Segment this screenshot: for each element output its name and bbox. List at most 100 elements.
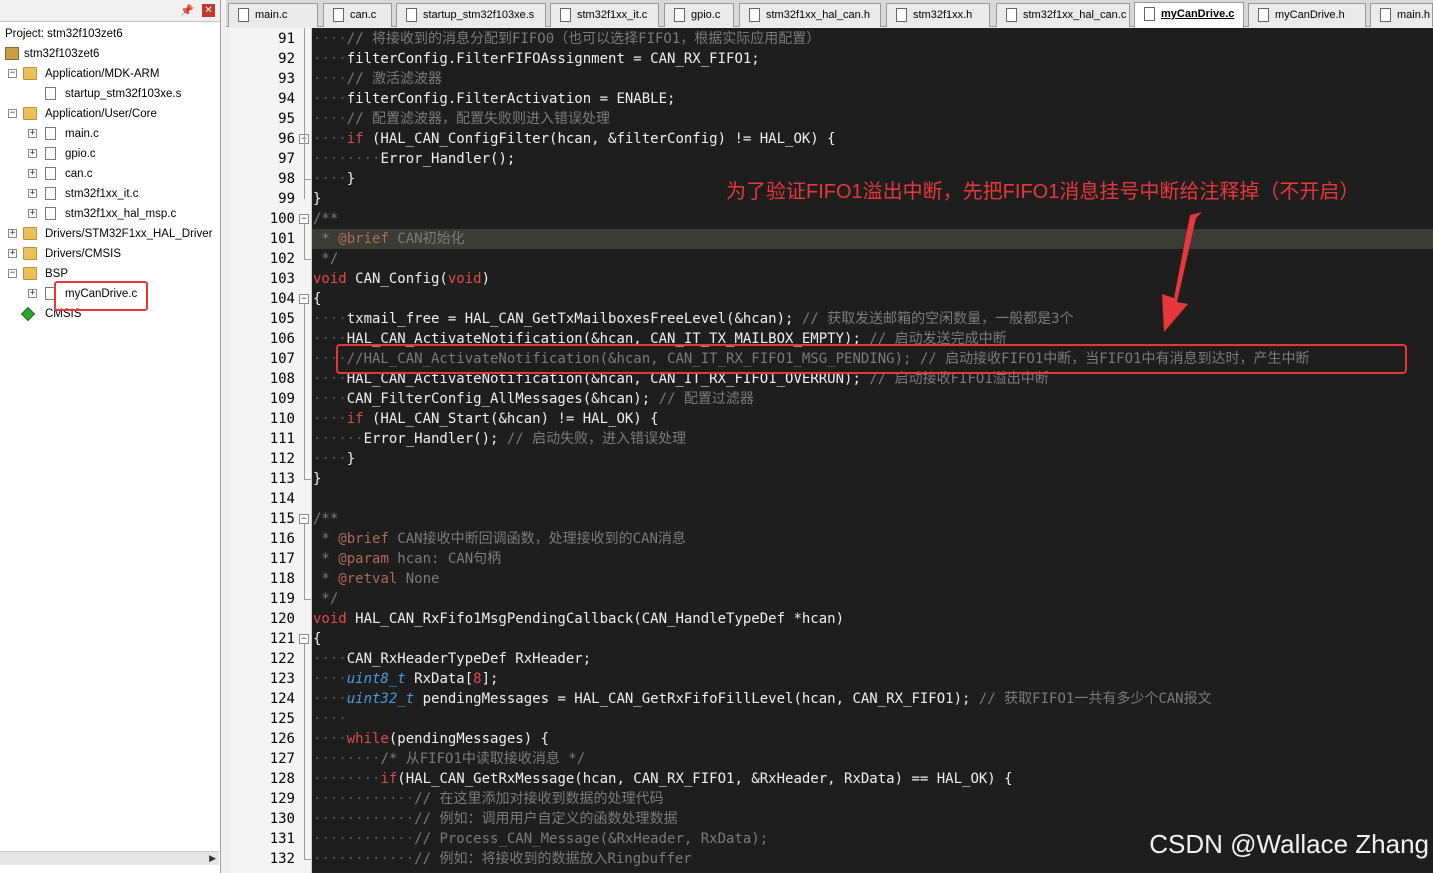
indent-guide: ········	[313, 771, 381, 787]
line-number: 128	[269, 771, 295, 787]
tree-node[interactable]: stm32f103zet6	[0, 44, 220, 64]
code-line[interactable]: ············// 例如：调用用户自定义的函数处理数据	[312, 809, 1433, 829]
tab-can-c[interactable]: can.c	[323, 3, 392, 27]
tab-main-h[interactable]: main.h	[1370, 3, 1433, 27]
tree-node[interactable]: + Drivers/CMSIS	[0, 244, 220, 264]
code-line[interactable]: ········if(HAL_CAN_GetRxMessage(hcan, CA…	[312, 769, 1433, 789]
code-line[interactable]: ········Error_Handler();	[312, 149, 1433, 169]
tree-node[interactable]: startup_stm32f103xe.s	[0, 84, 220, 104]
code-line[interactable]: ····while(pendingMessages) {	[312, 729, 1433, 749]
code-line[interactable]: ····uint32_t pendingMessages = HAL_CAN_G…	[312, 689, 1433, 709]
expand-icon[interactable]: +	[28, 149, 37, 158]
line-number: 111	[269, 431, 295, 447]
collapse-icon[interactable]: −	[8, 269, 17, 278]
code-line[interactable]: ····uint8_t RxData[8];	[312, 669, 1433, 689]
code-line[interactable]: */	[312, 249, 1433, 269]
code-line[interactable]: ····CAN_FilterConfig_AllMessages(&hcan);…	[312, 389, 1433, 409]
tree-node[interactable]: − Application/MDK-ARM	[0, 64, 220, 84]
tree-node[interactable]: + Drivers/STM32F1xx_HAL_Driver	[0, 224, 220, 244]
code-line[interactable]: * @brief CAN初始化	[312, 229, 1433, 249]
indent-guide: ············	[313, 811, 415, 827]
close-icon[interactable]: ✕	[202, 4, 215, 17]
indent-guide: ····	[313, 131, 347, 147]
code-line[interactable]: }	[312, 469, 1433, 489]
indent-guide: ····	[313, 311, 347, 327]
expand-icon[interactable]: +	[8, 229, 17, 238]
code-line[interactable]: void CAN_Config(void)	[312, 269, 1433, 289]
code-line[interactable]: ····	[312, 709, 1433, 729]
tab-main-c[interactable]: main.c	[228, 3, 318, 27]
code-line[interactable]: {	[312, 629, 1433, 649]
code-line[interactable]: ····if (HAL_CAN_ConfigFilter(hcan, &filt…	[312, 129, 1433, 149]
horizontal-scrollbar[interactable]: ▶	[0, 851, 219, 865]
tab-stm32f1xx-hal-can-h[interactable]: stm32f1xx_hal_can.h	[739, 3, 881, 27]
tab-startup-stm32f103xe-s[interactable]: startup_stm32f103xe.s	[396, 3, 546, 27]
tree-node[interactable]: + main.c	[0, 124, 220, 144]
code-token: // 获取发送邮箱的空闲数量，一般都是3个	[801, 311, 1074, 327]
scroll-right-icon[interactable]: ▶	[209, 853, 216, 864]
fold-icon[interactable]: −	[299, 214, 309, 224]
tab-stm32f1xx-h[interactable]: stm32f1xx.h	[886, 3, 990, 27]
collapse-icon[interactable]: −	[8, 109, 17, 118]
line-number: 105	[269, 311, 295, 327]
tree-node[interactable]: − Application/User/Core	[0, 104, 220, 124]
code-line[interactable]: ····// 配置滤波器，配置失败则进入错误处理	[312, 109, 1433, 129]
code-token: // 启动失败，进入错误处理	[506, 431, 687, 447]
code-line[interactable]: ····CAN_RxHeaderTypeDef RxHeader;	[312, 649, 1433, 669]
code-line[interactable]: ······Error_Handler(); // 启动失败，进入错误处理	[312, 429, 1433, 449]
tab-gpio-c[interactable]: gpio.c	[664, 3, 734, 27]
line-number: 132	[269, 851, 295, 867]
expand-icon[interactable]: +	[28, 189, 37, 198]
expand-icon[interactable]: +	[28, 209, 37, 218]
code-line[interactable]: * @param hcan: CAN句柄	[312, 549, 1433, 569]
code-area[interactable]: ····// 将接收到的消息分配到FIFO0（也可以选择FIFO1，根据实际应用…	[312, 28, 1433, 873]
tree-node[interactable]: + gpio.c	[0, 144, 220, 164]
code-line[interactable]: void HAL_CAN_RxFifo1MsgPendingCallback(C…	[312, 609, 1433, 629]
code-line[interactable]: ····if (HAL_CAN_Start(&hcan) != HAL_OK) …	[312, 409, 1433, 429]
fold-icon[interactable]: −	[299, 634, 309, 644]
code-line[interactable]	[312, 489, 1433, 509]
code-line[interactable]: ········/* 从FIFO1中读取接收消息 */	[312, 749, 1433, 769]
expand-icon[interactable]: +	[28, 289, 37, 298]
pin-icon[interactable]: 📌	[180, 4, 194, 17]
tree-node-label: main.c	[65, 128, 99, 140]
tree-node[interactable]: + stm32f1xx_hal_msp.c	[0, 204, 220, 224]
collapse-icon[interactable]: −	[8, 69, 17, 78]
code-token: uint8_t	[346, 671, 406, 687]
line-number: 118	[269, 571, 295, 587]
indent-guide: ············	[313, 831, 415, 847]
expand-icon[interactable]: +	[28, 129, 37, 138]
tab-stm32f1xx-it-c[interactable]: stm32f1xx_it.c	[550, 3, 659, 27]
code-line[interactable]: ············// 在这里添加对接收到数据的处理代码	[312, 789, 1433, 809]
code-line[interactable]: ····// 激活滤波器	[312, 69, 1433, 89]
code-editor[interactable]: 91 92 93 94 95 96 97 98 99 100 101 102 103 104 105 106 1…	[230, 28, 1433, 873]
tree-node[interactable]: + stm32f1xx_it.c	[0, 184, 220, 204]
tab-mycandrive-c[interactable]: myCanDrive.c	[1134, 2, 1244, 28]
indent-guide: ····	[313, 411, 347, 427]
code-line[interactable]: ····txmail_free = HAL_CAN_GetTxMailboxes…	[312, 309, 1433, 329]
code-line[interactable]: /**	[312, 209, 1433, 229]
code-token: *	[313, 531, 339, 547]
code-line[interactable]: {	[312, 289, 1433, 309]
code-line[interactable]: ····filterConfig.FilterActivation = ENAB…	[312, 89, 1433, 109]
expand-icon[interactable]: +	[28, 169, 37, 178]
code-line[interactable]: * @retval None	[312, 569, 1433, 589]
fold-end	[304, 599, 311, 600]
code-line[interactable]: ····// 将接收到的消息分配到FIFO0（也可以选择FIFO1，根据实际应用…	[312, 29, 1433, 49]
tab-mycandrive-h[interactable]: myCanDrive.h	[1248, 3, 1366, 27]
line-number: 110	[269, 411, 295, 427]
fold-icon[interactable]: −	[299, 514, 309, 524]
code-line[interactable]: ····filterConfig.FilterFIFOAssignment = …	[312, 49, 1433, 69]
code-line[interactable]: * @brief CAN接收中断回调函数，处理接收到的CAN消息	[312, 529, 1433, 549]
tree-node[interactable]: + can.c	[0, 164, 220, 184]
fold-icon[interactable]: −	[299, 294, 309, 304]
code-line[interactable]: /**	[312, 509, 1433, 529]
file-icon	[1144, 7, 1155, 21]
code-token: // 配置滤波器，配置失败则进入错误处理	[346, 111, 611, 127]
code-line[interactable]: */	[312, 589, 1433, 609]
tab-stm32f1xx-hal-can-c[interactable]: stm32f1xx_hal_can.c	[996, 3, 1130, 27]
code-line[interactable]: ····}	[312, 449, 1433, 469]
code-token: // 配置过滤器	[658, 391, 754, 407]
expand-icon[interactable]: +	[8, 249, 17, 258]
fold-line	[304, 224, 305, 259]
